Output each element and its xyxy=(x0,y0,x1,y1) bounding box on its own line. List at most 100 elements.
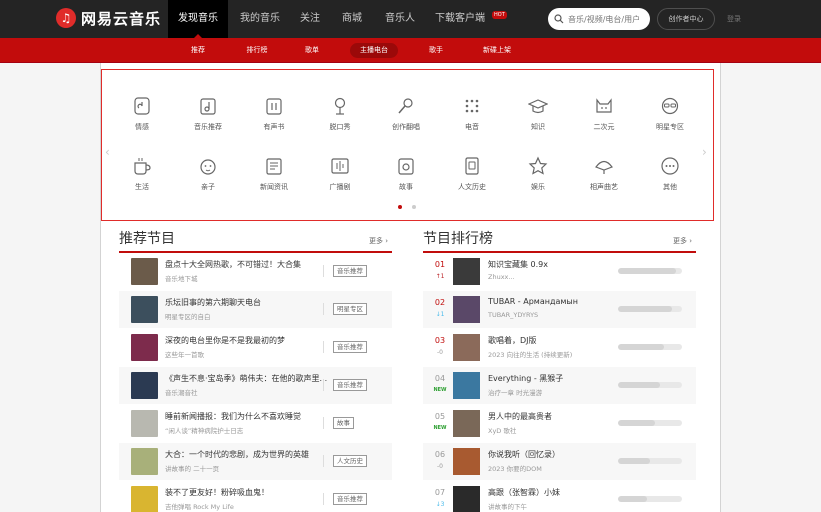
category-news[interactable]: 新闻资讯 xyxy=(244,156,304,206)
program-category-tag[interactable]: 音乐推荐 xyxy=(333,265,367,277)
subnav-artist[interactable]: 歌手 xyxy=(422,43,450,58)
program-title[interactable]: 深夜的电台里你是不是我最初的梦 xyxy=(165,335,345,346)
login-link[interactable]: 登录 xyxy=(727,0,741,38)
ranking-title-text[interactable]: 你说我听（回忆录） xyxy=(488,449,628,460)
nav-mall[interactable]: 商城 xyxy=(334,0,370,38)
ranking-row[interactable]: 01 ↑1 知识宝藏集 0.9x Zhuxx... xyxy=(423,253,696,290)
program-radio-name[interactable]: 明星专区的自白 xyxy=(165,311,325,321)
ranking-cover[interactable] xyxy=(453,410,480,437)
program-radio-name[interactable]: 音乐地下城 xyxy=(165,273,325,283)
ranking-cover[interactable] xyxy=(453,334,480,361)
subnav-playlist[interactable]: 歌单 xyxy=(298,43,326,58)
nav-my-music[interactable]: 我的音乐 xyxy=(233,0,287,38)
subnav-toplist[interactable]: 排行榜 xyxy=(238,43,276,58)
program-category-tag[interactable]: 音乐推荐 xyxy=(333,493,367,505)
category-baby-face[interactable]: 亲子 xyxy=(178,156,238,206)
ranking-title-text[interactable]: TUBAR - Армандамын xyxy=(488,297,628,306)
ranking-more-link[interactable]: 更多 › xyxy=(673,236,692,246)
nav-discover[interactable]: 发现音乐 xyxy=(168,0,228,38)
ranking-radio-name[interactable]: 2023 你要的DOM xyxy=(488,463,618,473)
ranking-row[interactable]: 02 ↓1 TUBAR - Армандамын TUBAR_YDYRYS xyxy=(423,291,696,328)
category-film[interactable]: 广播剧 xyxy=(310,156,370,206)
program-cover[interactable] xyxy=(131,448,158,475)
ranking-radio-name[interactable]: 2023 向往的生活 (持续更新) xyxy=(488,349,618,359)
ranking-cover[interactable] xyxy=(453,296,480,323)
logo[interactable]: ♫ 网易云音乐 xyxy=(56,8,161,28)
ranking-cover[interactable] xyxy=(453,486,480,512)
program-category-tag[interactable]: 音乐推荐 xyxy=(333,341,367,353)
program-row[interactable]: 深夜的电台里你是不是我最初的梦 这些年一首歌 音乐推荐 xyxy=(119,329,392,366)
category-dots-grid[interactable]: 电音 xyxy=(442,96,502,146)
ranking-radio-name[interactable]: 讲故事的下午 xyxy=(488,501,618,511)
category-history[interactable]: 人文历史 xyxy=(442,156,502,206)
ranking-title-text[interactable]: 知识宝藏集 0.9x xyxy=(488,259,628,270)
program-cover[interactable] xyxy=(131,296,158,323)
nav-follow[interactable]: 关注 xyxy=(293,0,327,38)
subnav-djradio[interactable]: 主播电台 xyxy=(350,43,398,58)
program-row[interactable]: 盘点十大全网热歌，不可错过！大合集 音乐地下城 音乐推荐 xyxy=(119,253,392,290)
ranking-row[interactable]: 05 NEW 男人中的最高贵者 XyD 歌社 xyxy=(423,405,696,442)
program-row[interactable]: 大合：一个时代的悲剧，成为世界的英雄 讲故事的 二十一页 人文历史 xyxy=(119,443,392,480)
category-cup[interactable]: 生活 xyxy=(112,156,172,206)
subnav-recommend[interactable]: 推荐 xyxy=(183,43,213,58)
program-row[interactable]: 乐坛旧事的第六期聊天电台 明星专区的自白 明星专区 xyxy=(119,291,392,328)
program-row[interactable]: 《声生不息·宝岛季》萌伟夫：在他的歌声里... 音乐潮音社 音乐推荐 xyxy=(119,367,392,404)
program-category-tag[interactable]: 明星专区 xyxy=(333,303,367,315)
program-cover[interactable] xyxy=(131,410,158,437)
category-cat[interactable]: 二次元 xyxy=(574,96,634,146)
ranking-row[interactable]: 04 NEW Everything - 黑猴子 治疗一章 时光漫游 xyxy=(423,367,696,404)
program-cover[interactable] xyxy=(131,486,158,512)
category-more[interactable]: 其他 xyxy=(640,156,700,206)
ranking-radio-name[interactable]: Zhuxx... xyxy=(488,273,618,281)
category-prev-arrow-icon[interactable]: ‹ xyxy=(105,145,110,159)
program-title[interactable]: 睡前新闻播报：我们为什么不喜欢睡觉 xyxy=(165,411,345,422)
ranking-title-text[interactable]: 歌唱着，DJ版 xyxy=(488,335,628,346)
category-microphone-stand[interactable]: 脱口秀 xyxy=(310,96,370,146)
search-box[interactable] xyxy=(548,8,650,30)
program-category-tag[interactable]: 音乐推荐 xyxy=(333,379,367,391)
carousel-dot-2[interactable] xyxy=(412,205,416,209)
creator-center-button[interactable]: 创作者中心 xyxy=(657,8,715,30)
category-music-note[interactable]: 音乐推荐 xyxy=(178,96,238,146)
category-heart-note[interactable]: 情感 xyxy=(112,96,172,146)
nav-musician[interactable]: 音乐人 xyxy=(378,0,422,38)
category-fan[interactable]: 相声曲艺 xyxy=(574,156,634,206)
ranking-cover[interactable] xyxy=(453,258,480,285)
ranking-cover[interactable] xyxy=(453,448,480,475)
program-radio-name[interactable]: 这些年一首歌 xyxy=(165,349,325,359)
program-title[interactable]: 装不了更友好！粉碎吸血鬼！ xyxy=(165,487,345,498)
program-title[interactable]: 大合：一个时代的悲剧，成为世界的英雄 xyxy=(165,449,345,460)
nav-download[interactable]: 下载客户端 xyxy=(430,0,490,38)
carousel-dot-1[interactable] xyxy=(398,205,402,209)
ranking-row[interactable]: 06 -0 你说我听（回忆录） 2023 你要的DOM xyxy=(423,443,696,480)
program-radio-name[interactable]: 讲故事的 二十一页 xyxy=(165,463,325,473)
ranking-title-text[interactable]: 男人中的最高贵者 xyxy=(488,411,628,422)
ranking-cover[interactable] xyxy=(453,372,480,399)
ranking-radio-name[interactable]: 治疗一章 时光漫游 xyxy=(488,387,618,397)
ranking-title-text[interactable]: Everything - 黑猴子 xyxy=(488,373,628,384)
program-radio-name[interactable]: “闲人谈”精神病院护士日志 xyxy=(165,425,325,435)
subnav-new-album[interactable]: 新碟上架 xyxy=(475,43,519,58)
program-title[interactable]: 《声生不息·宝岛季》萌伟夫：在他的歌声里... xyxy=(165,373,345,384)
program-title[interactable]: 乐坛旧事的第六期聊天电台 xyxy=(165,297,345,308)
program-radio-name[interactable]: 吉他弹唱 Rock My Life xyxy=(165,501,325,511)
ranking-title-text[interactable]: 高跟（张智霖）小妹 xyxy=(488,487,628,498)
program-category-tag[interactable]: 故事 xyxy=(333,417,354,429)
category-microphone[interactable]: 创作翻唱 xyxy=(376,96,436,146)
program-row[interactable]: 睡前新闻播报：我们为什么不喜欢睡觉 “闲人谈”精神病院护士日志 故事 xyxy=(119,405,392,442)
recommend-more-link[interactable]: 更多 › xyxy=(369,236,388,246)
ranking-row[interactable]: 03 -0 歌唱着，DJ版 2023 向往的生活 (持续更新) xyxy=(423,329,696,366)
program-cover[interactable] xyxy=(131,334,158,361)
program-row[interactable]: 装不了更友好！粉碎吸血鬼！ 吉他弹唱 Rock My Life 音乐推荐 xyxy=(119,481,392,512)
program-cover[interactable] xyxy=(131,372,158,399)
category-graduation-cap[interactable]: 知识 xyxy=(508,96,568,146)
program-cover[interactable] xyxy=(131,258,158,285)
program-title[interactable]: 盘点十大全网热歌，不可错过！大合集 xyxy=(165,259,345,270)
category-story[interactable]: 故事 xyxy=(376,156,436,206)
category-next-arrow-icon[interactable]: › xyxy=(702,145,707,159)
category-book[interactable]: 有声书 xyxy=(244,96,304,146)
ranking-radio-name[interactable]: XyD 歌社 xyxy=(488,425,618,435)
ranking-radio-name[interactable]: TUBAR_YDYRYS xyxy=(488,311,618,319)
program-category-tag[interactable]: 人文历史 xyxy=(333,455,367,467)
search-input[interactable] xyxy=(568,14,648,24)
